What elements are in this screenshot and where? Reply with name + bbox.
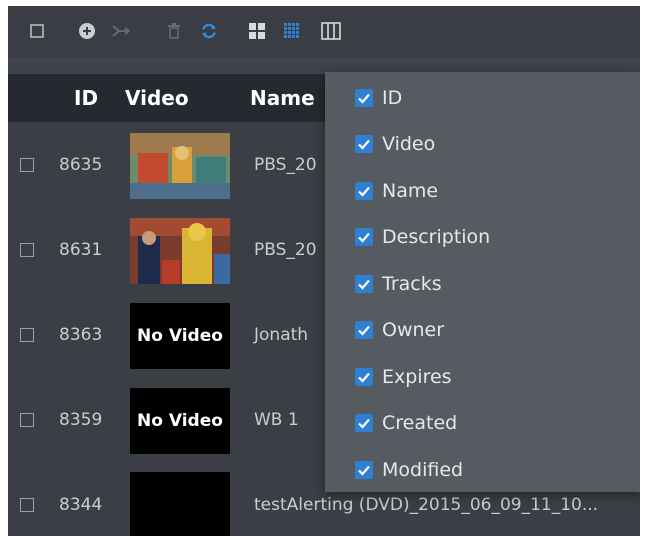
row-name: Jonath [254,325,309,345]
video-thumbnail[interactable]: No Video [130,388,230,454]
thumbnail-image [130,133,230,199]
column-option-label: Modified [382,459,464,481]
row-id: 8363 [59,325,103,345]
column-option-tracks[interactable]: Tracks [355,271,442,297]
trash-icon[interactable] [165,22,183,40]
column-option-label: ID [382,87,403,109]
checkbox-checked-icon[interactable] [355,414,373,432]
media-manager-panel: ID Video Name 8635 PBS_20 8631 PBS_20 83… [8,6,640,536]
merge-icon[interactable] [112,22,130,40]
row-checkbox[interactable] [20,158,34,172]
column-header-video[interactable]: Video [125,74,189,122]
toolbar [8,6,640,58]
row-id: 8359 [59,410,103,430]
row-name: testAlerting (DVD)_2015_06_09_11_10... [254,495,599,515]
column-option-video[interactable]: Video [355,131,435,157]
grid-large-icon[interactable] [248,22,266,40]
checkbox-checked-icon[interactable] [355,228,373,246]
checkbox-checked-icon[interactable] [355,275,373,293]
add-circle-icon[interactable] [78,22,96,40]
column-option-name[interactable]: Name [355,178,438,204]
column-option-label: Owner [382,319,445,341]
column-chooser-menu: ID Video Name Description Tracks Owner E… [325,72,640,492]
row-name: PBS_20 [254,240,317,260]
column-header-id[interactable]: ID [74,74,98,122]
checkbox-checked-icon[interactable] [355,321,373,339]
thumbnail-image [130,218,230,284]
column-option-owner[interactable]: Owner [355,317,444,343]
row-checkbox[interactable] [20,498,34,512]
row-checkbox[interactable] [20,413,34,427]
checkbox-checked-icon[interactable] [355,135,373,153]
column-option-label: Expires [382,366,452,388]
checkbox-checked-icon[interactable] [355,89,373,107]
no-video-label: No Video [137,326,223,346]
row-name: PBS_20 [254,155,317,175]
column-option-label: Video [382,133,436,155]
row-id: 8631 [59,240,103,260]
row-checkbox[interactable] [20,243,34,257]
column-option-label: Created [382,412,458,434]
column-option-expires[interactable]: Expires [355,364,452,390]
grid-small-icon[interactable] [283,22,301,40]
row-checkbox[interactable] [20,328,34,342]
video-thumbnail[interactable] [130,218,230,284]
checkbox-checked-icon[interactable] [355,461,373,479]
video-thumbnail[interactable] [130,472,230,536]
checkbox-checked-icon[interactable] [355,182,373,200]
no-video-label: No Video [137,411,223,431]
video-thumbnail[interactable] [130,133,230,199]
column-header-name[interactable]: Name [250,74,315,122]
column-option-modified[interactable]: Modified [355,457,463,483]
select-all-checkbox-icon[interactable] [28,22,46,40]
column-option-label: Tracks [382,273,442,295]
checkbox-checked-icon[interactable] [355,368,373,386]
row-id: 8344 [59,495,103,515]
column-option-id[interactable]: ID [355,85,402,111]
columns-icon[interactable] [321,22,341,40]
column-option-label: Description [382,226,491,248]
row-id: 8635 [59,155,103,175]
column-option-created[interactable]: Created [355,410,457,436]
column-option-label: Name [382,180,439,202]
column-option-description[interactable]: Description [355,224,490,250]
refresh-icon[interactable] [200,22,218,40]
video-thumbnail[interactable]: No Video [130,303,230,369]
row-name: WB 1 [254,410,299,430]
